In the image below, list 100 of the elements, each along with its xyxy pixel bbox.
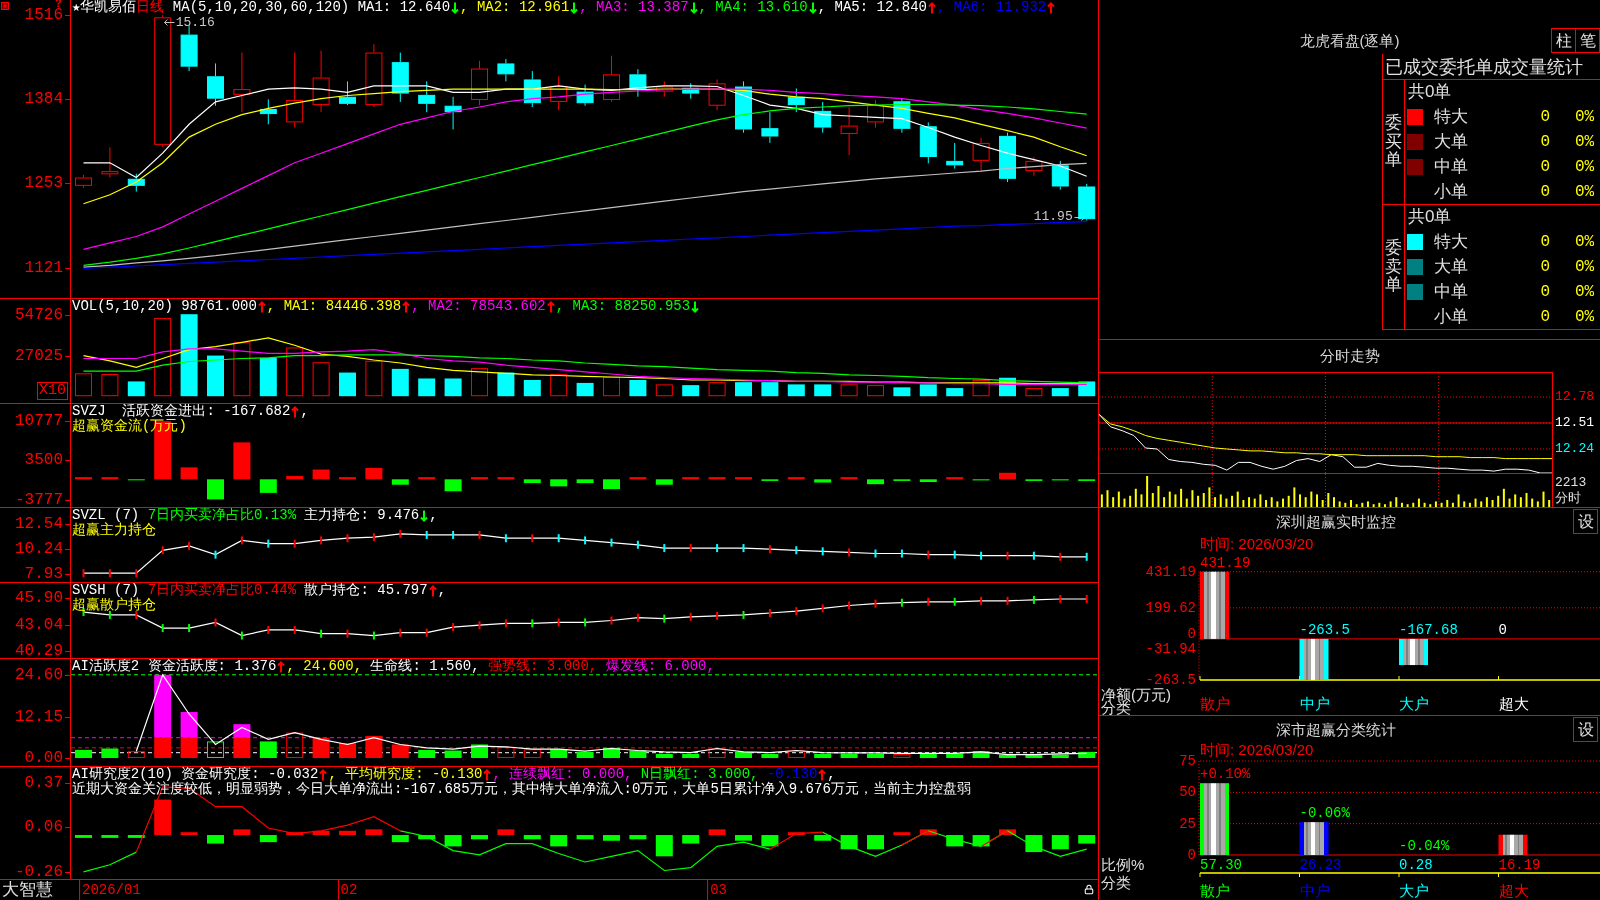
axis-label: 40.29: [15, 643, 63, 658]
row-label: 特大: [1434, 107, 1468, 128]
axis-title: 分类: [1101, 701, 1131, 715]
value-label: 16.19: [1498, 858, 1541, 872]
lock-icon: [1084, 884, 1094, 895]
legend-text: ,: [300, 404, 309, 419]
value-label: 431.19: [1200, 555, 1251, 570]
indicator-note: 超赢主力持仓: [72, 523, 156, 538]
axis-label: 3500: [24, 453, 63, 468]
legend-text: , 连续飘红: 0.000,: [492, 767, 634, 782]
change-label: -0.06%: [1299, 806, 1350, 821]
row-label: 特大: [1434, 232, 1468, 253]
candlestick: [391, 52, 409, 103]
candlestick: [682, 82, 700, 100]
category-label: 超大: [1498, 883, 1529, 898]
axis-label: 0.37: [24, 775, 63, 790]
table-title: 已成交委托单成交量统计: [1385, 56, 1583, 77]
candlestick: [523, 70, 541, 108]
section-title: 深圳超赢实时监控: [1276, 513, 1396, 531]
volume-caption: 分时: [1555, 490, 1582, 505]
view-toggle-button[interactable]: 柱: [1551, 28, 1576, 53]
order-total: 共0单: [1408, 207, 1452, 228]
legend-text: 日线: [136, 0, 165, 15]
legend-text: N日飘红: 3.000,: [640, 767, 759, 782]
axis-label: 50: [1178, 785, 1196, 800]
candlestick: [207, 62, 224, 107]
axis-label: 43.04: [15, 617, 63, 632]
legend-text: ,: [827, 767, 836, 782]
arrow-icon: [163, 19, 175, 27]
axis-label: 54726: [15, 308, 63, 323]
percent-value: 0%: [1575, 133, 1595, 151]
candlestick: [919, 121, 937, 164]
legend-text: , MA6: 11.932: [936, 0, 1047, 15]
category-label: 中户: [1299, 883, 1330, 898]
legend-text: 7日内买卖净占比0.44%: [147, 583, 297, 598]
axis-label: 0: [1186, 626, 1196, 641]
count-value: 0: [1540, 258, 1550, 276]
row-label: 小单: [1434, 306, 1468, 327]
legend-text: MA(5,10,20,30,60,120) MA1: 12.640: [171, 0, 451, 15]
change-label: +0.10%: [1200, 767, 1251, 782]
candlestick: [576, 84, 594, 107]
group-label: 委买单: [1385, 113, 1402, 171]
axis-label: 24.60: [15, 667, 63, 682]
count-value: 0: [1540, 307, 1550, 326]
axis-label: 45.90: [15, 591, 63, 605]
legend-text: , MA3: 13.387: [579, 0, 689, 15]
axis-label: 75: [1178, 754, 1196, 768]
candlestick: [603, 55, 620, 103]
candlestick: [233, 52, 251, 113]
brand-label: 大智慧: [1, 880, 54, 900]
candlestick: [946, 142, 964, 170]
candlestick: [972, 137, 990, 172]
chart-subtitle: 时间: 2026/03/20: [1200, 536, 1314, 552]
percent-value: 0%: [1575, 157, 1595, 176]
candlestick: [365, 43, 383, 108]
candlestick: [75, 174, 92, 189]
candlestick: [708, 78, 726, 111]
candlestick: [180, 24, 198, 72]
legend-text: SVZL (7): [72, 508, 140, 523]
candlestick: [999, 132, 1016, 183]
candlestick: [893, 97, 911, 134]
axis-label: -0.26: [15, 864, 63, 879]
row-label: 中单: [1434, 281, 1468, 302]
count-value: 0: [1540, 133, 1550, 151]
candlestick: [867, 99, 884, 129]
date-label: 03: [709, 881, 727, 900]
candlestick: [814, 101, 832, 134]
legend-text: 生命线: 1.560,: [370, 659, 481, 674]
candlestick: [259, 98, 277, 125]
axis-label: 1253: [24, 176, 63, 191]
settings-button[interactable]: 设: [1573, 717, 1598, 742]
axis-label: 1516: [24, 7, 63, 22]
candlestick: [1051, 160, 1069, 191]
candlestick: [471, 60, 488, 106]
legend-text: 强势线: 3.000,: [488, 659, 599, 674]
value-label: 0: [1498, 622, 1507, 637]
value-label: 57.30: [1200, 858, 1242, 872]
percent-value: 0%: [1575, 182, 1595, 201]
count-value: 0: [1540, 233, 1550, 252]
price-annotation: 15.16: [175, 15, 215, 30]
axis-label: 12.78: [1555, 390, 1594, 405]
view-toggle-button[interactable]: 笔: [1575, 28, 1600, 53]
axis-label: 10.24: [15, 541, 63, 556]
indicator-note: 超赢散户持仓: [72, 598, 156, 613]
percent-value: 0%: [1575, 233, 1595, 252]
panel-title: 龙虎看盘(逐单): [1299, 32, 1400, 50]
order-total: 共0单: [1408, 82, 1452, 103]
percent-value: 0%: [1575, 307, 1595, 326]
legend-text: 散户持仓: 45.797: [303, 583, 428, 598]
row-label: 大单: [1434, 257, 1468, 277]
category-label: 大户: [1399, 883, 1429, 898]
settings-button[interactable]: 设: [1573, 509, 1598, 534]
candlestick: [339, 80, 356, 106]
count-value: 0: [1540, 157, 1550, 176]
candlestick: [761, 111, 779, 144]
axis-label: 0.06: [24, 819, 63, 834]
category-label: 超大: [1498, 696, 1529, 711]
axis-label: 10777: [15, 413, 63, 428]
axis-label: 0: [1186, 848, 1196, 862]
category-label: 中户: [1299, 696, 1330, 711]
